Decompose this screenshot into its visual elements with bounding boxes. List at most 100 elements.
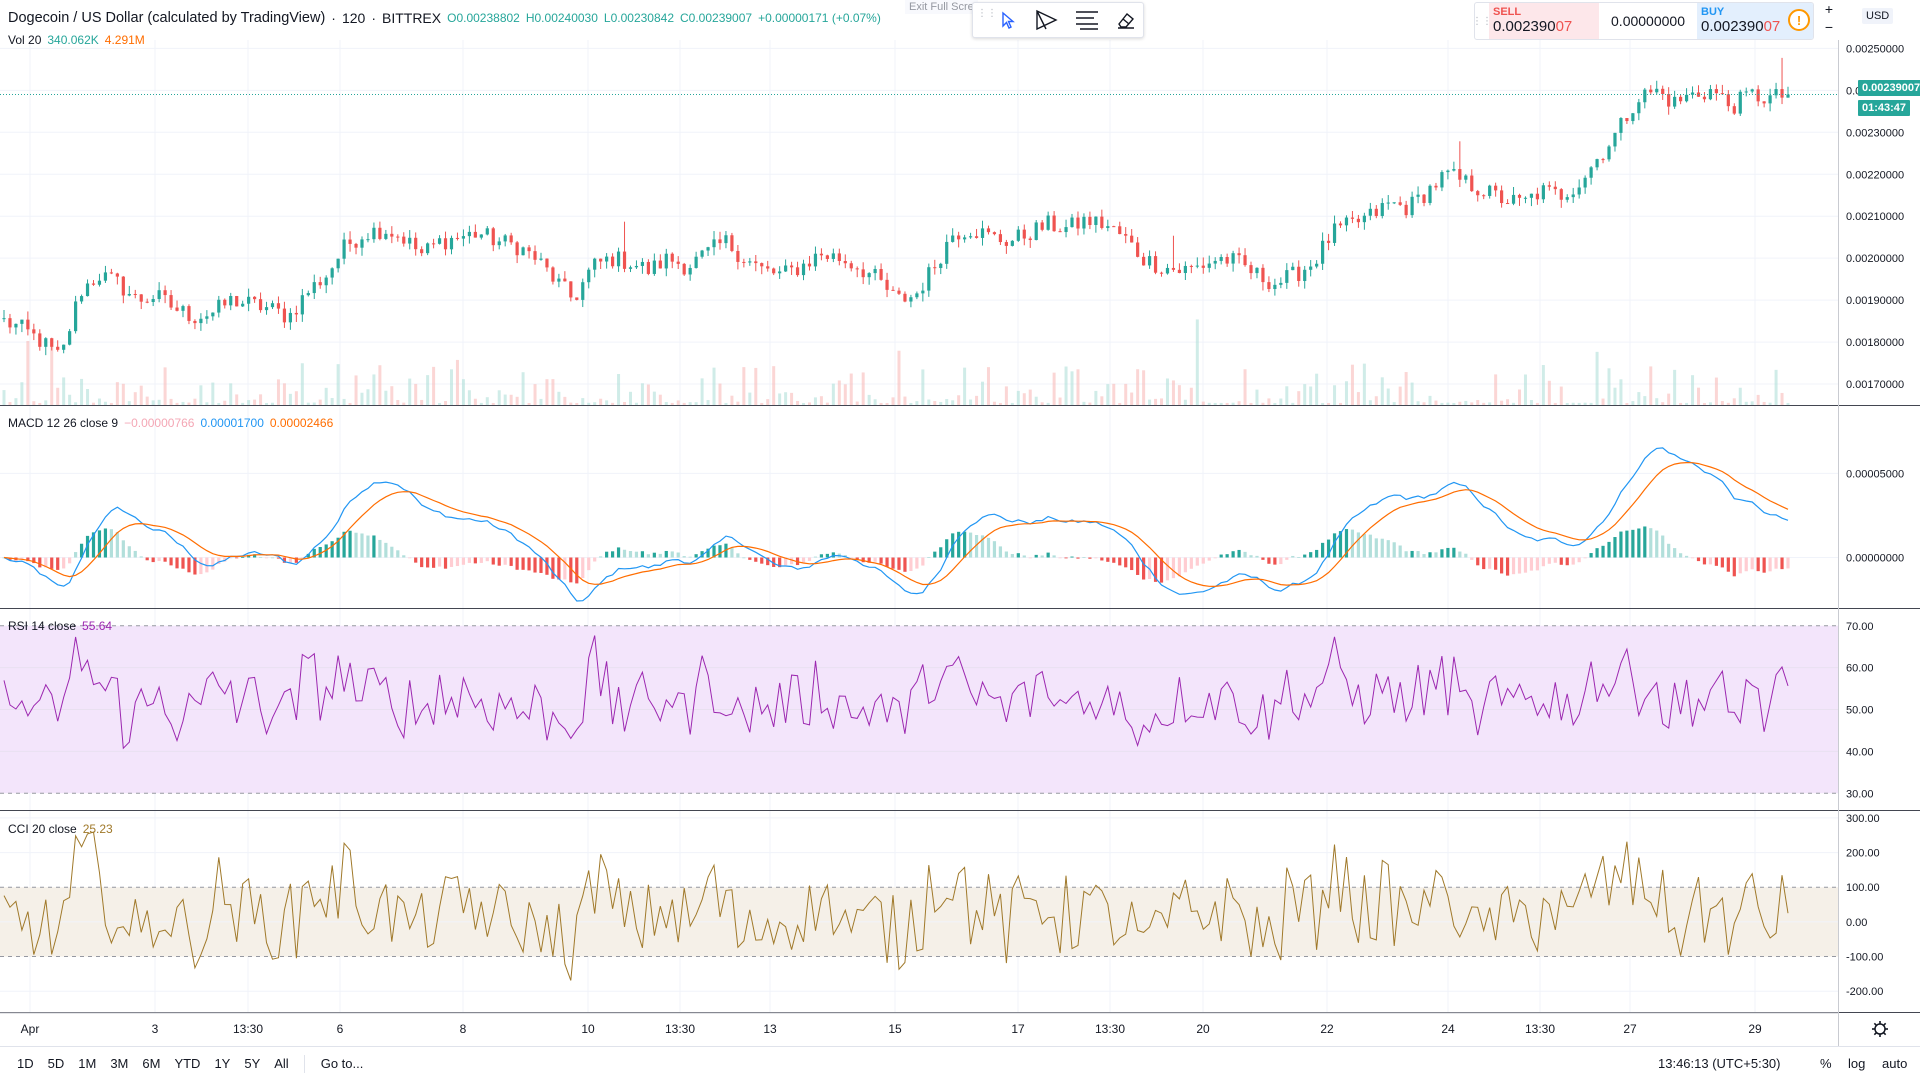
candle-body — [330, 268, 334, 278]
volume-bar — [640, 383, 644, 405]
symbol-title[interactable]: Dogecoin / US Dollar (calculated by Trad… — [8, 10, 325, 26]
candle-body — [431, 243, 436, 245]
time-tick-label: 13 — [763, 1022, 777, 1036]
macd-legend[interactable]: MACD 12 26 close 9 −0.00000766 0.0000170… — [8, 416, 333, 430]
timeframe-1m[interactable]: 1M — [71, 1056, 103, 1071]
macd-histogram-bar — [1350, 529, 1355, 558]
candle-body — [945, 241, 949, 264]
macd-histogram-bar — [1261, 557, 1265, 560]
candle-body — [1010, 240, 1014, 246]
rsi-legend[interactable]: RSI 14 close 55.64 — [8, 619, 112, 633]
timeframe-6m[interactable]: 6M — [135, 1056, 167, 1071]
candle-body — [897, 290, 901, 294]
percent-toggle[interactable]: % — [1820, 1056, 1832, 1071]
chart-canvas[interactable]: Apr 3 13:30 6 8 10 13:30 13 15 17 13:30 20 22 24 13:30… — [0, 0, 1920, 1080]
candle-body — [1726, 94, 1730, 107]
volume-bar — [1768, 402, 1772, 405]
volume-bar — [790, 392, 794, 405]
candle-body — [1416, 194, 1420, 197]
volume-bar — [742, 367, 746, 405]
goto-button[interactable]: Go to... — [313, 1056, 372, 1071]
volume-legend[interactable]: Vol 20 340.062K 4.291M — [8, 33, 145, 47]
cursor-icon[interactable] — [991, 5, 1025, 35]
candle-body — [426, 243, 430, 254]
zoom-in-button[interactable]: + — [1822, 2, 1836, 16]
volume-bar — [408, 378, 412, 405]
candle-body — [1201, 265, 1205, 268]
timeframe-1d[interactable]: 1D — [10, 1056, 41, 1071]
rsi-tick-label: 50.00 — [1846, 705, 1874, 717]
candle-body — [169, 295, 173, 308]
macd-tick-label: 0.00000000 — [1846, 553, 1904, 565]
volume-bar — [1464, 400, 1468, 405]
trade-widget: ⋮⋮ SELL 0.00239007 0.00000000 BUY 0.0023… — [1474, 2, 1814, 40]
macd-histogram-bar — [127, 546, 131, 558]
zoom-out-button[interactable]: − — [1822, 20, 1836, 34]
volume-bar — [1183, 399, 1187, 405]
volume-bar — [1333, 385, 1337, 405]
candle-body — [903, 293, 907, 302]
timeframe-5d[interactable]: 5D — [41, 1056, 72, 1071]
volume-bar — [402, 402, 406, 405]
info-icon[interactable]: ! — [1788, 9, 1810, 31]
macd-histogram-bar — [467, 557, 471, 563]
candle-body — [700, 250, 704, 257]
volume-bar — [253, 399, 257, 405]
volume-bar — [688, 402, 692, 405]
timeframe-3m[interactable]: 3M — [103, 1056, 135, 1071]
candle-body — [754, 261, 758, 264]
text-lines-icon[interactable] — [1070, 5, 1104, 35]
sell-button[interactable]: SELL 0.00239007 — [1489, 3, 1599, 39]
macd-histogram-bar — [1285, 557, 1289, 560]
candle-body — [449, 237, 454, 250]
volume-bar — [115, 382, 119, 405]
macd-histogram-bar — [539, 557, 543, 573]
price-tick-label: 0.00230000 — [1846, 127, 1904, 139]
volume-bar — [975, 395, 979, 405]
candle-body — [258, 299, 263, 311]
macd-histogram-bar — [1189, 557, 1193, 569]
volume-bar — [1112, 383, 1116, 405]
macd-histogram-bar — [1225, 554, 1229, 558]
macd-histogram-bar — [270, 557, 275, 559]
log-toggle[interactable]: log — [1848, 1056, 1865, 1071]
candle-body — [813, 253, 818, 267]
symbol-legend[interactable]: Dogecoin / US Dollar (calculated by Trad… — [8, 10, 881, 26]
volume-bar — [587, 402, 591, 405]
candle-body — [223, 299, 227, 306]
drag-handle-icon[interactable]: ⋮⋮ — [977, 9, 997, 29]
volume-bar — [455, 359, 459, 405]
eraser-icon[interactable] — [1110, 5, 1144, 35]
volume-bar — [211, 382, 215, 405]
auto-toggle[interactable]: auto — [1882, 1056, 1907, 1071]
candle-body — [855, 268, 859, 270]
volume-bar — [1148, 399, 1152, 405]
cci-legend[interactable]: CCI 20 close 25.23 — [8, 822, 113, 836]
volume-bar — [694, 402, 698, 405]
candle-body — [873, 269, 877, 274]
clock[interactable]: 13:46:13 (UTC+5:30) — [1658, 1056, 1780, 1071]
volume-bar — [1726, 402, 1730, 405]
exit-fullscreen-button[interactable]: Exit Full Scre — [905, 0, 978, 14]
volume-bar — [652, 391, 656, 405]
volume-bar — [617, 374, 621, 405]
candle-body — [14, 323, 18, 328]
macd-histogram-bar — [1052, 555, 1056, 558]
candle-body — [1762, 101, 1766, 104]
macd-histogram-bar — [1136, 557, 1140, 575]
macd-histogram-bar — [1750, 557, 1754, 570]
timeframe-5y[interactable]: 5Y — [237, 1056, 267, 1071]
timeframe-ytd[interactable]: YTD — [167, 1056, 207, 1071]
volume-bar — [1512, 402, 1516, 405]
timeframe-1y[interactable]: 1Y — [207, 1056, 237, 1071]
volume-bar — [26, 340, 30, 405]
volume-bar — [1667, 393, 1671, 405]
volume-bar — [724, 402, 728, 405]
currency-button[interactable]: USD — [1862, 8, 1894, 24]
timeframe-all[interactable]: All — [267, 1056, 295, 1071]
volume-bar — [1482, 402, 1486, 405]
trend-line-icon[interactable] — [1031, 5, 1065, 35]
settings-icon[interactable] — [1872, 1021, 1888, 1037]
drag-handle-icon[interactable]: ⋮⋮ — [1475, 3, 1492, 39]
candle-body — [1559, 189, 1563, 200]
